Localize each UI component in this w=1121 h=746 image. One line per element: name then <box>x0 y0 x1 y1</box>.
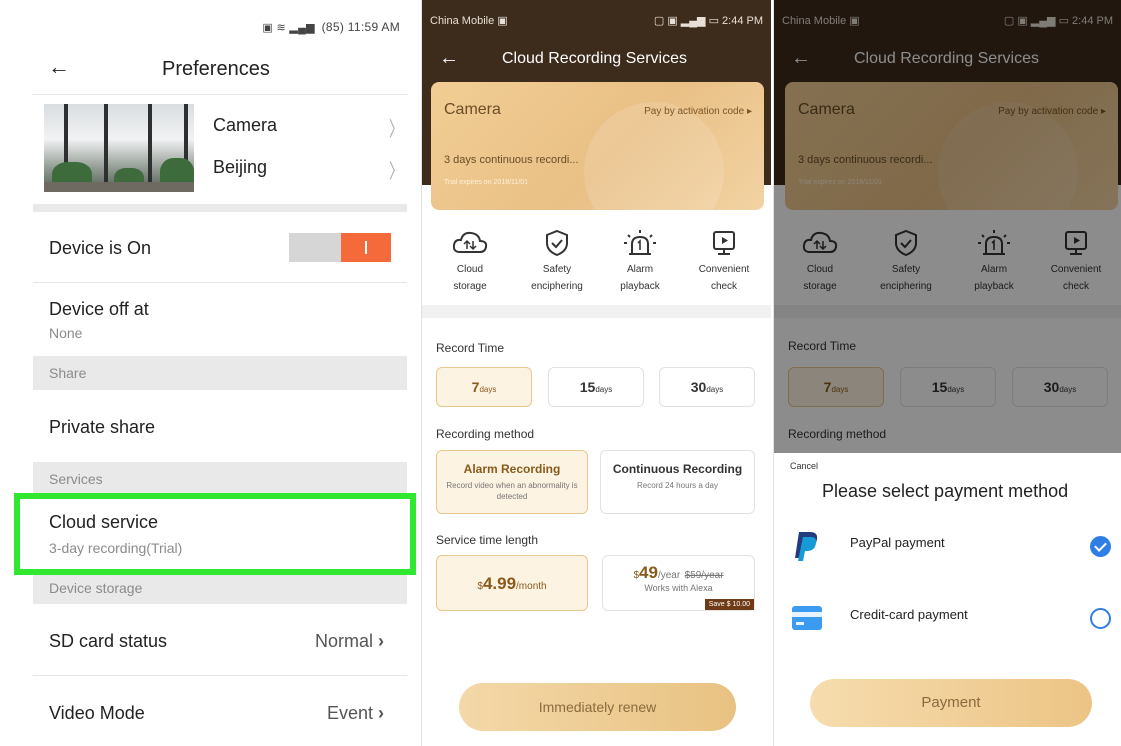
card-title: Camera <box>444 101 501 118</box>
recording-method-label: Recording method <box>436 427 535 441</box>
renew-button[interactable]: Immediately renew <box>459 683 736 731</box>
device-storage-section-label: Device storage <box>49 580 143 596</box>
device-on-toggle[interactable] <box>289 233 391 262</box>
device-on-label: Device is On <box>49 238 152 258</box>
divider <box>33 204 407 212</box>
signal-icon: ▣ ≋ ▂▄▆ <box>262 22 315 34</box>
divider <box>33 94 407 95</box>
share-section-label: Share <box>49 365 87 381</box>
cloud-storage-icon <box>452 231 488 253</box>
payment-screen: China Mobile ▣ ▢ ▣ ▂▄▆ ▭ 2:44 PM ← Cloud… <box>773 0 1121 746</box>
monthly-price-option[interactable]: $4.99/month <box>436 555 588 611</box>
trial-expiry: Trial expires on 2018/11/01 <box>444 179 529 186</box>
shield-check-icon <box>546 229 568 257</box>
private-share-item[interactable]: Private share <box>49 417 155 438</box>
payment-sheet: Cancel Please select payment method PayP… <box>774 453 1121 746</box>
status-bar: ▣ ≋ ▂▄▆ (85) 11:59 AM <box>262 20 400 34</box>
services-section-label: Services <box>49 471 103 487</box>
chevron-right-icon: 〉 <box>389 119 403 141</box>
feature-item: Convenient check <box>684 228 764 292</box>
subscription-card: Camera Pay by activation code ▸ 3 days c… <box>431 82 764 210</box>
camera-location: Beijing <box>213 157 268 177</box>
cancel-button[interactable]: Cancel <box>790 461 818 471</box>
paypal-option[interactable]: PayPal payment <box>774 521 1121 571</box>
section-header <box>33 356 407 390</box>
feature-list: Cloud storage Safety enciphering Alarm p… <box>422 228 771 298</box>
modal-overlay[interactable] <box>774 0 1121 453</box>
divider <box>33 675 407 676</box>
alexa-note: Works with Alexa <box>644 583 713 593</box>
page-title: Cloud Recording Services <box>502 50 687 67</box>
save-badge: Save $ 10.00 <box>704 599 754 610</box>
payment-button[interactable]: Payment <box>810 679 1092 727</box>
status-time: 11:59 AM <box>347 20 400 34</box>
video-mode-value: Event › <box>326 703 384 723</box>
alarm-recording-option[interactable]: Alarm Recording Record video when an abn… <box>436 450 588 514</box>
header: ← Preferences <box>0 52 420 88</box>
status-time: ▢ ▣ ▂▄▆ ▭ 2:44 PM <box>653 15 763 27</box>
service-length-label: Service time length <box>436 533 539 547</box>
highlight-box <box>14 493 416 575</box>
chevron-right-icon: › <box>378 631 384 651</box>
battery-level: (85) <box>321 20 345 34</box>
yearly-price-option[interactable]: $49/year $59/year Works with Alexa Save … <box>602 555 755 611</box>
feature-item: Safety enciphering <box>517 228 597 292</box>
continuous-recording-option[interactable]: Continuous Recording Record 24 hours a d… <box>600 450 755 514</box>
credit-card-icon <box>792 606 822 630</box>
paypal-icon <box>795 532 818 561</box>
divider <box>33 282 407 283</box>
chevron-right-icon: 〉 <box>389 161 403 183</box>
record-time-label: Record Time <box>436 341 505 355</box>
paypal-label: PayPal payment <box>850 535 945 550</box>
pay-by-code-link[interactable]: Pay by activation code ▸ <box>644 106 752 117</box>
credit-card-label: Credit-card payment <box>850 607 968 622</box>
sd-card-value: Normal › <box>314 631 384 651</box>
record-15-days-option[interactable]: 15days <box>548 367 644 407</box>
preferences-screen: ▣ ≋ ▂▄▆ (85) 11:59 AM ← Preferences Came… <box>0 0 420 746</box>
card-description: 3 days continuous recordi... <box>444 154 579 166</box>
chevron-right-icon: › <box>378 703 384 723</box>
credit-card-option[interactable]: Credit-card payment <box>774 593 1121 643</box>
back-arrow-icon[interactable]: ← <box>48 54 70 80</box>
sheet-title: Please select payment method <box>822 481 1069 501</box>
page-title: Preferences <box>162 58 270 80</box>
sd-card-label: SD card status <box>49 631 168 651</box>
radio-empty-icon <box>1090 608 1111 629</box>
camera-thumbnail[interactable] <box>44 104 194 192</box>
feature-item: Cloud storage <box>430 228 510 292</box>
device-off-label: Device off at <box>49 299 149 319</box>
record-7-days-option[interactable]: 7days <box>436 367 532 407</box>
checkmark-icon <box>1090 536 1111 557</box>
feature-item: Alarm playback <box>600 228 680 292</box>
device-off-value: None <box>49 325 83 341</box>
divider <box>422 305 771 318</box>
cloud-services-screen: China Mobile ▣ ▢ ▣ ▂▄▆ ▭ 2:44 PM ← Cloud… <box>421 0 771 746</box>
back-arrow-icon[interactable]: ← <box>439 47 459 70</box>
video-mode-label: Video Mode <box>49 703 145 723</box>
camera-name: Camera <box>213 115 278 135</box>
alarm-light-icon <box>624 230 656 255</box>
carrier-label: China Mobile ▣ <box>430 15 508 27</box>
record-30-days-option[interactable]: 30days <box>659 367 755 407</box>
play-screen-icon <box>713 231 735 255</box>
